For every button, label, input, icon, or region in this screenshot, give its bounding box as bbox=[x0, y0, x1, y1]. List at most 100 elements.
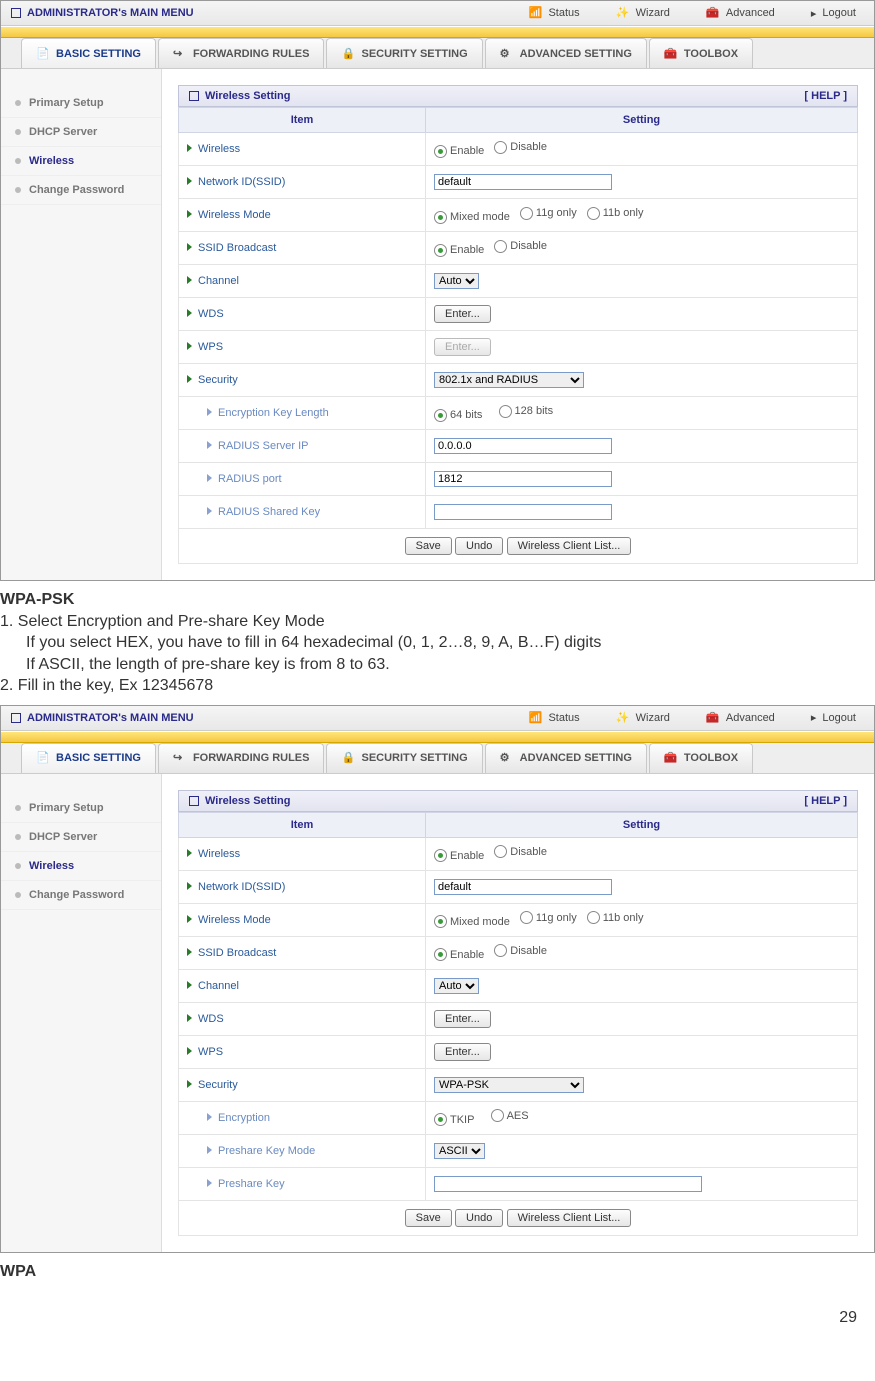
psk-mode-select[interactable]: ASCII bbox=[434, 1143, 485, 1159]
tab-advanced-setting[interactable]: ⚙ADVANCED SETTING bbox=[485, 38, 647, 68]
sidebar-item-primary-setup[interactable]: Primary Setup bbox=[1, 89, 161, 118]
mode-mixed-2[interactable]: Mixed mode bbox=[434, 915, 510, 928]
sidebar-item-wireless[interactable]: Wireless bbox=[1, 147, 161, 176]
col-setting: Setting bbox=[426, 108, 858, 133]
tab-basic-setting[interactable]: 📄BASIC SETTING bbox=[21, 38, 156, 68]
security-select[interactable]: 802.1x and RADIUS bbox=[434, 372, 584, 388]
wireless-disable[interactable]: Disable bbox=[494, 141, 547, 154]
broadcast-disable[interactable]: Disable bbox=[494, 240, 547, 253]
wireless-enable[interactable]: Enable bbox=[434, 145, 484, 158]
router-ui-wpapsk: ADMINISTRATOR's MAIN MENU 📶Status ✨Wizar… bbox=[0, 705, 875, 1253]
doc-line-4: 2. Fill in the key, Ex 12345678 bbox=[0, 675, 875, 697]
nav-advanced[interactable]: 🧰Advanced bbox=[688, 6, 793, 20]
row-wds-2: WDS bbox=[179, 1002, 426, 1035]
sidebar-2: Primary Setup DHCP Server Wireless Chang… bbox=[1, 774, 162, 1252]
tab-bar-2: 📄BASIC SETTING ↪FORWARDING RULES 🔒SECURI… bbox=[1, 743, 874, 774]
row-radius-ip: RADIUS Server IP bbox=[179, 430, 426, 463]
row-radius-key: RADIUS Shared Key bbox=[179, 496, 426, 529]
client-list-button[interactable]: Wireless Client List... bbox=[507, 537, 632, 555]
sidebar: Primary Setup DHCP Server Wireless Chang… bbox=[1, 69, 162, 580]
doc-line-1: 1. Select Encryption and Pre-share Key M… bbox=[0, 611, 875, 633]
main-menu-label-2: ADMINISTRATOR's MAIN MENU bbox=[27, 712, 194, 724]
wireless-enable-2[interactable]: Enable bbox=[434, 849, 484, 862]
tab-security-setting[interactable]: 🔒SECURITY SETTING bbox=[326, 38, 482, 68]
enc-64bits[interactable]: 64 bits bbox=[434, 409, 482, 422]
nav-status[interactable]: 📶Status bbox=[510, 6, 597, 20]
tab-toolbox-2[interactable]: 🧰TOOLBOX bbox=[649, 743, 753, 773]
security-select-2[interactable]: WPA-PSK bbox=[434, 1077, 584, 1093]
doc-line-3: If ASCII, the length of pre-share key is… bbox=[0, 654, 875, 676]
doc-line-2: If you select HEX, you have to fill in 6… bbox=[0, 632, 875, 654]
ssid-input-2[interactable] bbox=[434, 879, 612, 895]
row-broadcast-2: SSID Broadcast bbox=[179, 936, 426, 969]
tab-basic-setting-2[interactable]: 📄BASIC SETTING bbox=[21, 743, 156, 773]
tab-security-setting-2[interactable]: 🔒SECURITY SETTING bbox=[326, 743, 482, 773]
panel-icon-2 bbox=[189, 796, 199, 806]
undo-button-2[interactable]: Undo bbox=[455, 1209, 503, 1227]
sidebar-item-dhcp-server[interactable]: DHCP Server bbox=[1, 118, 161, 147]
nav-logout-2[interactable]: ▸ Logout bbox=[793, 711, 874, 724]
wds-enter-button[interactable]: Enter... bbox=[434, 305, 491, 323]
sidebar-item-change-password-2[interactable]: Change Password bbox=[1, 881, 161, 910]
panel-icon bbox=[189, 91, 199, 101]
nav-wizard[interactable]: ✨Wizard bbox=[598, 6, 688, 20]
row-radius-port: RADIUS port bbox=[179, 463, 426, 496]
col-item: Item bbox=[179, 108, 426, 133]
wizard-icon: ✨ bbox=[616, 6, 630, 20]
sidebar-item-change-password[interactable]: Change Password bbox=[1, 176, 161, 205]
gold-divider bbox=[1, 26, 874, 38]
basic-icon-2: 📄 bbox=[36, 751, 50, 765]
channel-select[interactable]: Auto bbox=[434, 273, 479, 289]
basic-icon: 📄 bbox=[36, 47, 50, 61]
row-wds: WDS bbox=[179, 298, 426, 331]
mode-mixed[interactable]: Mixed mode bbox=[434, 211, 510, 224]
top-nav: ADMINISTRATOR's MAIN MENU 📶Status ✨Wizar… bbox=[1, 1, 874, 26]
radius-port-input[interactable] bbox=[434, 471, 612, 487]
broadcast-enable[interactable]: Enable bbox=[434, 244, 484, 257]
wps-enter-button-2[interactable]: Enter... bbox=[434, 1043, 491, 1061]
radius-key-input[interactable] bbox=[434, 504, 612, 520]
doc-section-wpa: WPA bbox=[0, 1259, 875, 1291]
tab-forwarding-rules[interactable]: ↪FORWARDING RULES bbox=[158, 38, 325, 68]
forwarding-icon: ↪ bbox=[173, 47, 187, 61]
undo-button[interactable]: Undo bbox=[455, 537, 503, 555]
enc-128bits[interactable]: 128 bits bbox=[499, 405, 554, 418]
row-psk: Preshare Key bbox=[179, 1167, 426, 1200]
help-link[interactable]: [ HELP ] bbox=[804, 90, 847, 102]
row-mode-2: Wireless Mode bbox=[179, 903, 426, 936]
doc-section-wpapsk: WPA-PSK 1. Select Encryption and Pre-sha… bbox=[0, 587, 875, 705]
sidebar-item-wireless-2[interactable]: Wireless bbox=[1, 852, 161, 881]
nav-advanced-2[interactable]: 🧰Advanced bbox=[688, 711, 793, 725]
row-ssid: Network ID(SSID) bbox=[179, 166, 426, 199]
toolbox-icon-2: 🧰 bbox=[664, 751, 678, 765]
heading-wpa: WPA bbox=[0, 1261, 875, 1283]
enc-tkip[interactable]: TKIP bbox=[434, 1113, 474, 1126]
channel-select-2[interactable]: Auto bbox=[434, 978, 479, 994]
row-encryption-2: Encryption bbox=[179, 1101, 426, 1134]
top-nav-title: ADMINISTRATOR's MAIN MENU bbox=[1, 7, 204, 19]
nav-logout[interactable]: ▸ Logout bbox=[793, 7, 874, 20]
wireless-disable-2[interactable]: Disable bbox=[494, 845, 547, 858]
mode-11g-2[interactable]: 11g only bbox=[520, 911, 577, 924]
tab-advanced-setting-2[interactable]: ⚙ADVANCED SETTING bbox=[485, 743, 647, 773]
radius-ip-input[interactable] bbox=[434, 438, 612, 454]
enc-aes[interactable]: AES bbox=[491, 1109, 529, 1122]
help-link-2[interactable]: [ HELP ] bbox=[804, 795, 847, 807]
mode-11g[interactable]: 11g only bbox=[520, 207, 577, 220]
mode-11b-2[interactable]: 11b only bbox=[587, 911, 644, 924]
save-button-2[interactable]: Save bbox=[405, 1209, 452, 1227]
wds-enter-button-2[interactable]: Enter... bbox=[434, 1010, 491, 1028]
sidebar-item-dhcp-server-2[interactable]: DHCP Server bbox=[1, 823, 161, 852]
ssid-input[interactable] bbox=[434, 174, 612, 190]
tab-forwarding-rules-2[interactable]: ↪FORWARDING RULES bbox=[158, 743, 325, 773]
nav-wizard-2[interactable]: ✨Wizard bbox=[598, 711, 688, 725]
save-button[interactable]: Save bbox=[405, 537, 452, 555]
sidebar-item-primary-setup-2[interactable]: Primary Setup bbox=[1, 794, 161, 823]
client-list-button-2[interactable]: Wireless Client List... bbox=[507, 1209, 632, 1227]
psk-input[interactable] bbox=[434, 1176, 702, 1192]
broadcast-enable-2[interactable]: Enable bbox=[434, 948, 484, 961]
broadcast-disable-2[interactable]: Disable bbox=[494, 944, 547, 957]
tab-toolbox[interactable]: 🧰TOOLBOX bbox=[649, 38, 753, 68]
nav-status-2[interactable]: 📶Status bbox=[510, 711, 597, 725]
mode-11b[interactable]: 11b only bbox=[587, 207, 644, 220]
